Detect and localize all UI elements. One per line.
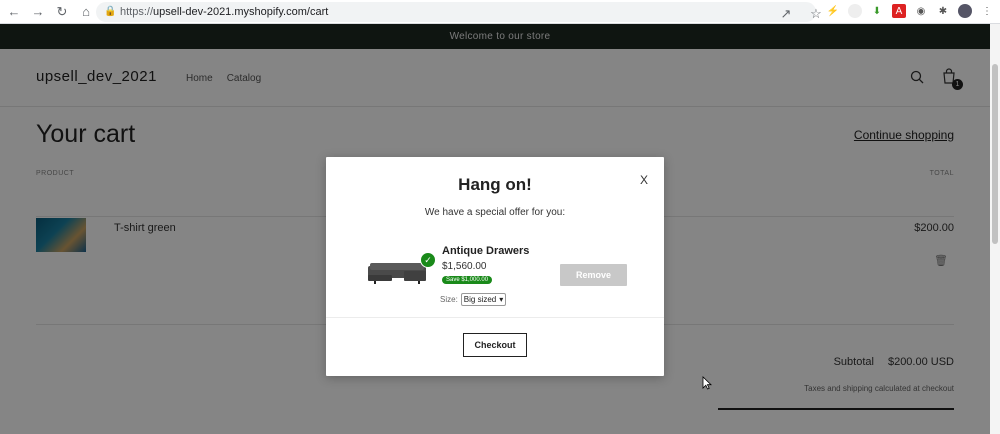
- url-protocol: https://: [120, 6, 154, 18]
- checkout-button[interactable]: Checkout: [463, 333, 527, 357]
- modal-title: Hang on!: [458, 175, 532, 194]
- lock-icon: 🔒: [104, 6, 117, 17]
- extension-camera-icon[interactable]: ◉: [914, 4, 928, 18]
- size-value: Big sized: [463, 295, 497, 304]
- profile-avatar[interactable]: [958, 4, 972, 18]
- remove-button[interactable]: Remove: [560, 264, 627, 286]
- upsell-modal: X Hang on! We have a special offer for y…: [326, 157, 664, 376]
- forward-icon[interactable]: →: [28, 2, 48, 22]
- extension-face-icon[interactable]: [848, 4, 862, 18]
- reload-icon[interactable]: ↻: [52, 2, 72, 22]
- extensions-puzzle-icon[interactable]: ✱: [936, 4, 950, 18]
- save-badge: Save $1,000.00: [442, 276, 493, 284]
- selected-check-icon: ✓: [420, 252, 436, 268]
- back-icon[interactable]: ←: [4, 2, 24, 22]
- scroll-thumb[interactable]: [992, 64, 998, 244]
- address-bar[interactable]: 🔒 https:// upsell-dev-2021.myshopify.com…: [96, 2, 816, 22]
- bookmark-star-icon[interactable]: ☆: [806, 4, 826, 24]
- scrollbar[interactable]: [990, 24, 1000, 434]
- extension-pdf-icon[interactable]: A: [892, 4, 906, 18]
- share-icon[interactable]: ↗: [776, 4, 796, 24]
- home-icon[interactable]: ⌂: [76, 2, 96, 22]
- chevron-down-icon: ▾: [499, 295, 504, 304]
- url-text: upsell-dev-2021.myshopify.com/cart: [153, 6, 329, 18]
- mouse-cursor-icon: [702, 376, 712, 390]
- offer-product-name: Antique Drawers: [442, 245, 530, 257]
- size-select[interactable]: Big sized ▾: [460, 293, 507, 306]
- extension-download-icon[interactable]: ⬇: [870, 4, 884, 18]
- divider: [326, 317, 664, 318]
- offer-price: $1,560.00: [442, 261, 487, 272]
- offer-product-image[interactable]: [366, 257, 428, 287]
- menu-dots-icon[interactable]: ⋮: [980, 4, 994, 18]
- size-row: Size: Big sized ▾: [440, 293, 507, 306]
- extension-bolt-icon[interactable]: ⚡: [826, 4, 840, 18]
- browser-toolbar: ← → ↻ ⌂ 🔒 https:// upsell-dev-2021.mysho…: [0, 0, 1000, 24]
- modal-subtitle: We have a special offer for you:: [424, 207, 566, 218]
- size-label: Size:: [440, 295, 458, 304]
